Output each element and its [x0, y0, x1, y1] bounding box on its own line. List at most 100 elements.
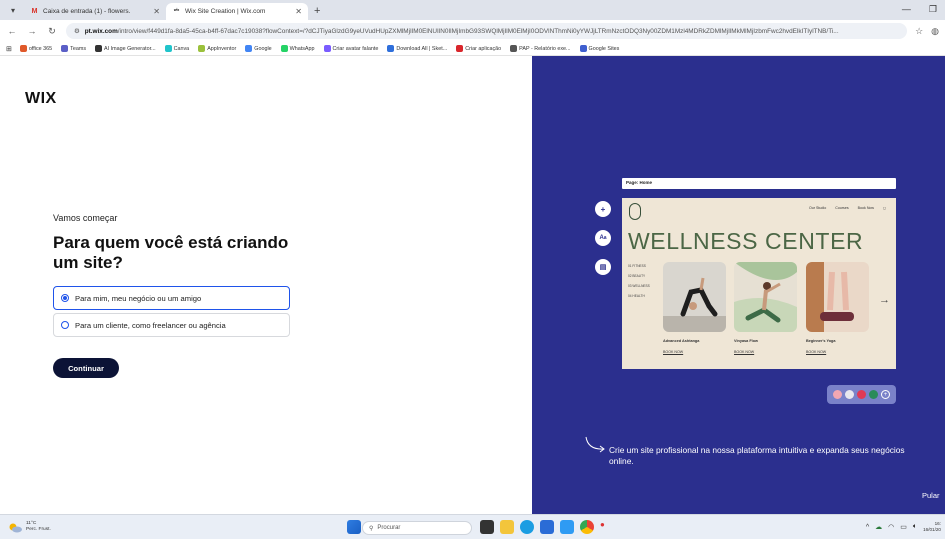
bookmark-favicon-icon	[510, 45, 518, 52]
clock[interactable]: 16: 16/01/20	[923, 521, 941, 533]
radio-button[interactable]	[61, 294, 69, 302]
tab-gmail[interactable]: M Caixa de entrada (1) - flowers. ✕	[24, 3, 166, 20]
site-nav: Our Studio Courses Book Now ◻	[809, 206, 886, 210]
tab-wix[interactable]: ʷⁱˣ Wix Site Creation | Wix.com ✕	[166, 3, 308, 20]
site-nav-item: Our Studio	[809, 206, 827, 210]
windows-start-icon[interactable]	[347, 520, 361, 534]
tagline: Crie um site profissional na nossa plata…	[609, 445, 905, 466]
add-color-icon: +	[881, 390, 890, 399]
windows-taskbar: 11°C Perc. Frust. ⚲ Procurar ● ^ ☁ ◠ ▭ 🔈…	[0, 514, 945, 539]
bookmark-label: Download All | Sket...	[396, 45, 448, 52]
preview-page-bar: Page: Home	[622, 178, 896, 189]
reload-icon[interactable]: ↻	[46, 26, 58, 37]
site-nav-item: Book Now	[857, 206, 875, 210]
bookmark-item[interactable]: Google	[245, 45, 272, 52]
display-icon[interactable]: ▭	[900, 523, 907, 531]
weather-widget[interactable]: 11°C Perc. Frust.	[8, 521, 51, 533]
color-swatch	[845, 390, 854, 399]
cloud-icon[interactable]: ☁	[875, 523, 882, 531]
task-view-icon[interactable]	[480, 520, 494, 534]
extensions-icon[interactable]: ◍	[931, 26, 939, 37]
volume-icon[interactable]: 🔈︎	[913, 523, 917, 531]
bookmark-favicon-icon	[387, 45, 395, 52]
option-for-client[interactable]: Para um cliente, como freelancer ou agên…	[53, 313, 290, 337]
back-icon[interactable]: ←	[6, 26, 18, 36]
bookmark-favicon-icon	[323, 45, 331, 52]
color-swatch	[869, 390, 878, 399]
search-icon: ⚲	[369, 525, 374, 532]
bookmark-item[interactable]: office 365	[19, 45, 53, 52]
apps-grid-icon[interactable]: ⊞	[6, 45, 12, 53]
wix-icon: ʷⁱˣ	[173, 8, 180, 14]
bookmark-label: Criar avatar falante	[332, 45, 379, 52]
radio-button[interactable]	[61, 321, 69, 329]
bookmark-item[interactable]: AppInventor	[198, 45, 236, 52]
onboarding-panel: WIX Vamos começar Para quem você está cr…	[0, 56, 532, 514]
class-caption: Vinyasa Flow	[734, 339, 758, 343]
cart-icon: ◻	[883, 206, 886, 210]
tab-title: Caixa de entrada (1) - flowers.	[43, 8, 131, 15]
option-label: Para mim, meu negócio ou um amigo	[75, 293, 202, 303]
bookmark-label: office 365	[28, 45, 53, 52]
new-tab-button[interactable]: +	[314, 5, 320, 17]
tab-title: Wix Site Creation | Wix.com	[185, 8, 266, 15]
bookmark-label: Google Sites	[588, 45, 620, 52]
url-path: /intro/view/f449d1fa-8da5-45ca-b4ff-67da…	[117, 27, 839, 35]
bookmark-label: Google	[254, 45, 272, 52]
wix-logo: WIX	[25, 90, 57, 107]
gmail-icon: M	[31, 8, 38, 15]
bookmark-item[interactable]: Download All | Sket...	[387, 45, 447, 52]
curved-arrow-icon	[585, 436, 605, 453]
bookmarks-bar: ⊞ office 365 Teams AI Image Generator... Ca…	[0, 42, 945, 56]
yoga-photo	[663, 262, 726, 332]
minimize-icon[interactable]: —	[902, 4, 911, 15]
chrome-icon[interactable]	[580, 520, 594, 534]
bookmark-star-icon[interactable]: ☆	[915, 26, 923, 37]
bookmark-favicon-icon	[579, 45, 587, 52]
bookmark-favicon-icon	[164, 45, 172, 52]
taskbar-apps	[347, 520, 361, 534]
bookmark-label: Canva	[173, 45, 190, 52]
forward-icon[interactable]: →	[26, 26, 38, 36]
bookmark-favicon-icon	[19, 45, 27, 52]
system-tray: ^ ☁ ◠ ▭ 🔈︎ 16: 16/01/20	[866, 521, 941, 533]
chevron-up-icon[interactable]: ^	[866, 524, 869, 531]
browser-tab-strip: ▾ M Caixa de entrada (1) - flowers. ✕ ʷⁱ…	[0, 0, 945, 20]
bookmark-item[interactable]: Teams	[61, 45, 86, 52]
bookmark-item[interactable]: Criar aplicação	[456, 45, 501, 52]
bookmark-item[interactable]: Criar avatar falante	[323, 45, 379, 52]
bookmark-favicon-icon	[61, 45, 69, 52]
bookmark-label: Teams	[70, 45, 87, 52]
bookmark-item[interactable]: Google Sites	[579, 45, 620, 52]
search-placeholder: Procurar	[377, 525, 401, 531]
url-input[interactable]: ⚙ pt.wix.com /intro/view/f449d1fa-8da5-4…	[66, 23, 908, 39]
site-headline: WELLNESS CENTER	[628, 228, 864, 254]
site-categories: 01 FITNESS 02 BEAUTY 03 WELLNESS 04 HEAL…	[628, 264, 650, 298]
restore-icon[interactable]: ❐	[929, 4, 937, 15]
edge-icon[interactable]	[520, 520, 534, 534]
add-icon: +	[595, 201, 611, 217]
bookmark-item[interactable]: WhatsApp	[280, 45, 315, 52]
app-icon[interactable]: ●	[600, 520, 605, 534]
bookmark-item[interactable]: PAP - Relatório exe...	[510, 45, 571, 52]
continue-button[interactable]: Continuar	[53, 358, 119, 378]
weather-condition: Perc. Frust.	[26, 527, 51, 532]
store-icon[interactable]	[540, 520, 554, 534]
preview-panel: + Aa ▤ Page: Home Our Studio Courses Boo…	[532, 56, 945, 514]
option-for-me[interactable]: Para mim, meu negócio ou um amigo	[53, 286, 290, 310]
skip-link[interactable]: Pular	[922, 491, 940, 500]
site-info-icon[interactable]: ⚙	[74, 27, 80, 35]
close-tab-icon[interactable]: ✕	[295, 7, 302, 16]
network-icon[interactable]: ◠	[888, 523, 894, 531]
url-host: pt.wix.com	[84, 27, 118, 35]
bookmark-item[interactable]: Canva	[164, 45, 190, 52]
color-swatch	[833, 390, 842, 399]
file-explorer-icon[interactable]	[500, 520, 514, 534]
taskbar-search[interactable]: ⚲ Procurar	[362, 521, 472, 535]
close-tab-icon[interactable]: ✕	[153, 7, 160, 16]
color-swatch	[857, 390, 866, 399]
tab-search-icon[interactable]: ▾	[6, 3, 20, 17]
app-icon[interactable]	[560, 520, 574, 534]
category-item: 02 BEAUTY	[628, 274, 646, 278]
bookmark-item[interactable]: AI Image Generator...	[95, 45, 156, 52]
